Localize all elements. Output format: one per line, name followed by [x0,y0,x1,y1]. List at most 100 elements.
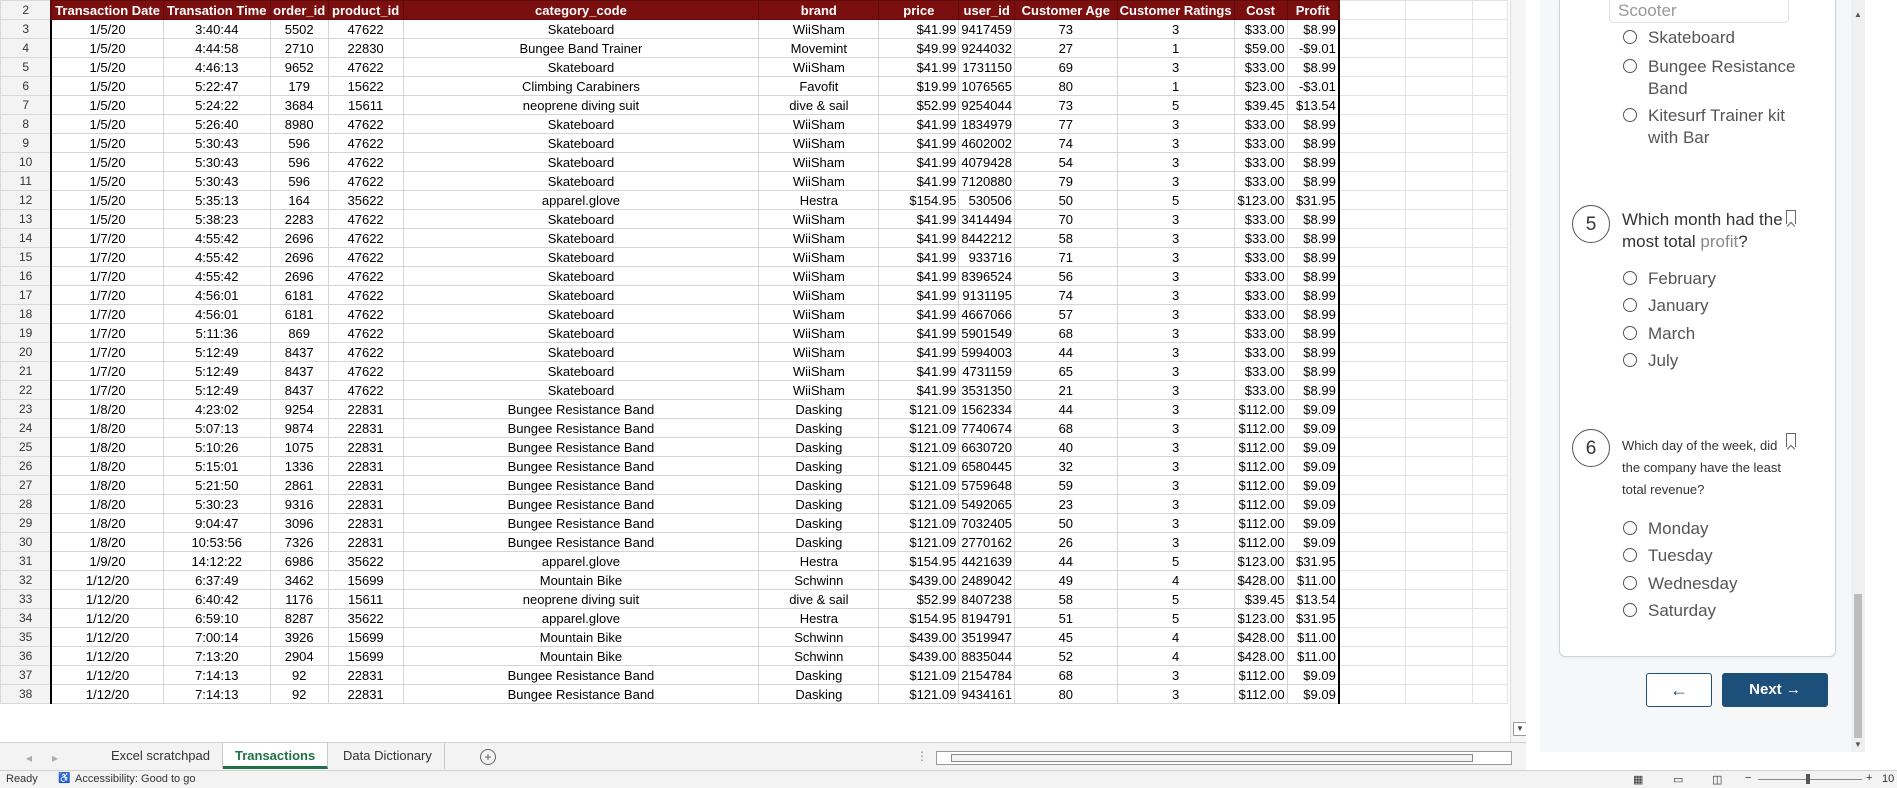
empty-cell[interactable] [1471,551,1508,571]
cell-price[interactable]: $121.09 [878,475,960,495]
empty-cell[interactable] [1338,513,1407,533]
row-number[interactable]: 19 [0,323,52,343]
empty-cell[interactable] [1471,589,1508,609]
cell-transaction-time[interactable]: 5:30:43 [162,171,271,191]
radio-button[interactable] [1623,30,1637,44]
column-header-customer-age[interactable]: Customer Age [1013,0,1118,20]
empty-cell[interactable] [1338,247,1407,267]
empty-cell[interactable] [1405,475,1473,495]
cell-customer-ratings[interactable]: 3 [1116,171,1235,191]
cell-customer-age[interactable]: 40 [1013,437,1118,457]
row-number[interactable]: 20 [0,342,52,362]
empty-cell[interactable] [1405,152,1473,172]
cell-order-id[interactable]: 92 [269,665,329,685]
cell-cost[interactable]: $112.00 [1233,399,1288,419]
empty-cell[interactable] [1471,418,1508,438]
empty-cell[interactable] [1405,171,1473,191]
cell-transaction-date[interactable]: 1/7/20 [50,247,164,267]
column-header-product-id[interactable]: product_id [327,0,404,20]
empty-cell[interactable] [1405,19,1473,39]
row-number[interactable]: 7 [0,95,52,115]
cell-brand[interactable]: Movemint [758,38,880,58]
cell-transaction-time[interactable]: 4:56:01 [162,304,271,324]
empty-cell[interactable] [1338,684,1407,704]
empty-cell[interactable] [1338,475,1407,495]
cell-brand[interactable]: Dasking [758,418,880,438]
empty-cell[interactable] [1471,532,1508,552]
cell-category-code[interactable]: Skateboard [402,361,760,381]
empty-cell[interactable] [1471,114,1508,134]
cell-profit[interactable]: $13.54 [1286,95,1340,115]
cell-customer-ratings[interactable]: 3 [1116,285,1235,305]
cell-brand[interactable]: Hestra [758,608,880,628]
cell-cost[interactable]: $123.00 [1233,551,1288,571]
cell-transaction-date[interactable]: 1/12/20 [50,627,164,647]
cell-transaction-time[interactable]: 5:30:43 [162,152,271,172]
cell-product-id[interactable]: 22831 [327,532,404,552]
next-sheet-arrow-icon[interactable]: ▸ [52,751,58,765]
empty-cell[interactable] [1405,361,1473,381]
cell-profit[interactable]: $8.99 [1286,323,1340,343]
cell-order-id[interactable]: 9652 [269,57,329,77]
cell-brand[interactable]: WiiSham [758,323,880,343]
cell-category-code[interactable]: apparel.glove [402,190,760,210]
row-number[interactable]: 38 [0,684,52,704]
empty-cell[interactable] [1405,684,1473,704]
cell-product-id[interactable]: 47622 [327,323,404,343]
cell-brand[interactable]: WiiSham [758,342,880,362]
cell-user-id[interactable]: 8835044 [958,646,1015,666]
cell-cost[interactable]: $112.00 [1233,456,1288,476]
empty-cell[interactable] [1338,76,1407,96]
cell-product-id[interactable]: 22831 [327,665,404,685]
cell-user-id[interactable]: 4602002 [958,133,1015,153]
cell-brand[interactable]: WiiSham [758,380,880,400]
cell-user-id[interactable]: 1562334 [958,399,1015,419]
empty-cell[interactable] [1471,342,1508,362]
cell-product-id[interactable]: 35622 [327,190,404,210]
normal-view-icon[interactable]: ▦ [1633,773,1643,786]
cell-order-id[interactable]: 596 [269,133,329,153]
cell-customer-ratings[interactable]: 3 [1116,114,1235,134]
cell-transaction-time[interactable]: 4:46:13 [162,57,271,77]
cell-category-code[interactable]: Mountain Bike [402,627,760,647]
cell-price[interactable]: $121.09 [878,437,960,457]
cell-price[interactable]: $41.99 [878,133,960,153]
cell-customer-age[interactable]: 59 [1013,475,1118,495]
cell-category-code[interactable]: Skateboard [402,133,760,153]
cell-category-code[interactable]: Skateboard [402,304,760,324]
cell-cost[interactable]: $112.00 [1233,513,1288,533]
cell-profit[interactable]: $8.99 [1286,342,1340,362]
empty-cell[interactable] [1338,342,1407,362]
empty-cell[interactable] [1471,380,1508,400]
cell-transaction-date[interactable]: 1/5/20 [50,209,164,229]
cell-category-code[interactable]: neoprene diving suit [402,95,760,115]
cell-transaction-date[interactable]: 1/7/20 [50,342,164,362]
cell-profit[interactable]: $11.00 [1286,570,1340,590]
cell-product-id[interactable]: 22831 [327,684,404,704]
zoom-slider[interactable] [1758,779,1862,780]
cell-order-id[interactable]: 869 [269,323,329,343]
cell-order-id[interactable]: 2283 [269,209,329,229]
cell-customer-ratings[interactable]: 3 [1116,133,1235,153]
cell-product-id[interactable]: 22831 [327,437,404,457]
empty-cell[interactable] [1471,171,1508,191]
cell-transaction-date[interactable]: 1/5/20 [50,171,164,191]
cell-brand[interactable]: Hestra [758,190,880,210]
empty-cell[interactable] [1471,456,1508,476]
cell-price[interactable]: $41.99 [878,380,960,400]
column-header-order-id[interactable]: order_id [269,0,329,20]
empty-cell[interactable] [1471,95,1508,115]
cell-order-id[interactable]: 1176 [269,589,329,609]
cell-brand[interactable]: Dasking [758,437,880,457]
cell-order-id[interactable]: 8437 [269,361,329,381]
cell-product-id[interactable]: 22830 [327,38,404,58]
cell-customer-age[interactable]: 74 [1013,285,1118,305]
cell-brand[interactable]: Dasking [758,494,880,514]
cell-customer-age[interactable]: 45 [1013,627,1118,647]
cell-cost[interactable]: $33.00 [1233,209,1288,229]
cell-transaction-time[interactable]: 5:10:26 [162,437,271,457]
q5-option-february[interactable]: February [1623,268,1716,290]
cell-category-code[interactable]: Bungee Resistance Band [402,494,760,514]
cell-transaction-date[interactable]: 1/5/20 [50,114,164,134]
cell-category-code[interactable]: Skateboard [402,152,760,172]
